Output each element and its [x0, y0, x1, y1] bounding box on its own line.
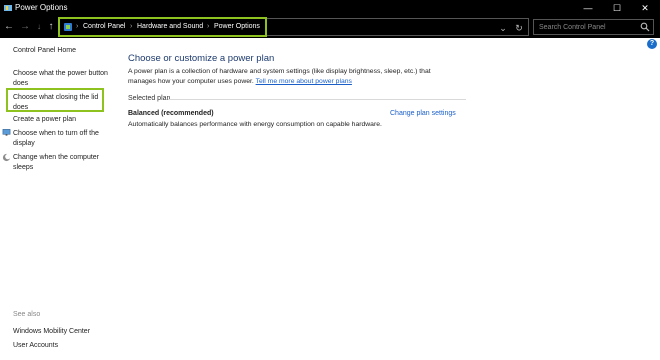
- tell-me-more-link[interactable]: Tell me more about power plans: [256, 78, 352, 85]
- page-title: Choose or customize a power plan: [128, 53, 275, 64]
- moon-icon: [2, 153, 11, 162]
- breadcrumb-control-panel[interactable]: Control Panel: [83, 22, 125, 32]
- sidebar-item-turn-off-display[interactable]: Choose when to turn off the display: [13, 129, 113, 149]
- control-panel-home-link[interactable]: Control Panel Home: [13, 46, 113, 56]
- chevron-down-icon[interactable]: ⌄: [497, 22, 509, 34]
- windows-mobility-center-link[interactable]: Windows Mobility Center: [13, 327, 113, 337]
- sidebar-item-create-plan[interactable]: Create a power plan: [13, 115, 113, 125]
- change-plan-settings-link[interactable]: Change plan settings: [390, 110, 456, 117]
- sidebar-item-computer-sleeps[interactable]: Change when the computer sleeps: [13, 153, 113, 173]
- breadcrumb-separator: ›: [207, 23, 210, 30]
- main-content: Choose or customize a power plan A power…: [118, 38, 660, 360]
- window-title: Power Options: [15, 3, 68, 12]
- control-panel-icon: [64, 23, 72, 31]
- back-button[interactable]: ←: [2, 20, 16, 34]
- address-bar-row: ← → ↓ ↑ › Control Panel › Hardware and S…: [0, 17, 660, 38]
- selected-plan-label: Selected plan: [128, 95, 171, 102]
- sidebar: Control Panel Home Choose what the power…: [0, 38, 118, 360]
- breadcrumb-power-options[interactable]: Power Options: [214, 22, 260, 32]
- title-bar: Power Options — ☐ ✕: [0, 0, 660, 17]
- breadcrumb-hardware-and-sound[interactable]: Hardware and Sound: [137, 22, 203, 32]
- close-button[interactable]: ✕: [631, 0, 659, 17]
- page-description: A power plan is a collection of hardware…: [128, 67, 458, 87]
- monitor-icon: [2, 129, 11, 136]
- sidebar-item-power-button[interactable]: Choose what the power button does: [13, 69, 113, 89]
- breadcrumb-separator: ›: [76, 23, 79, 30]
- breadcrumb-separator: ›: [130, 23, 133, 30]
- plan-name: Balanced (recommended): [128, 110, 214, 117]
- search-placeholder: Search Control Panel: [539, 24, 606, 31]
- forward-button[interactable]: →: [18, 20, 32, 34]
- minimize-button[interactable]: —: [574, 0, 602, 17]
- highlight-box: [6, 88, 104, 112]
- power-options-icon: [4, 5, 12, 11]
- breadcrumb[interactable]: › Control Panel › Hardware and Sound › P…: [58, 17, 267, 37]
- refresh-icon[interactable]: ↻: [513, 22, 525, 34]
- see-also-heading: See also: [13, 311, 41, 318]
- maximize-button[interactable]: ☐: [603, 0, 631, 17]
- plan-description: Automatically balances performance with …: [128, 121, 382, 128]
- address-bar[interactable]: ⌄ ↻: [267, 18, 529, 36]
- search-icon[interactable]: [640, 22, 650, 32]
- section-divider: [168, 99, 466, 100]
- up-button[interactable]: ↑: [44, 20, 58, 34]
- search-input[interactable]: Search Control Panel: [533, 19, 654, 35]
- user-accounts-link[interactable]: User Accounts: [13, 341, 113, 351]
